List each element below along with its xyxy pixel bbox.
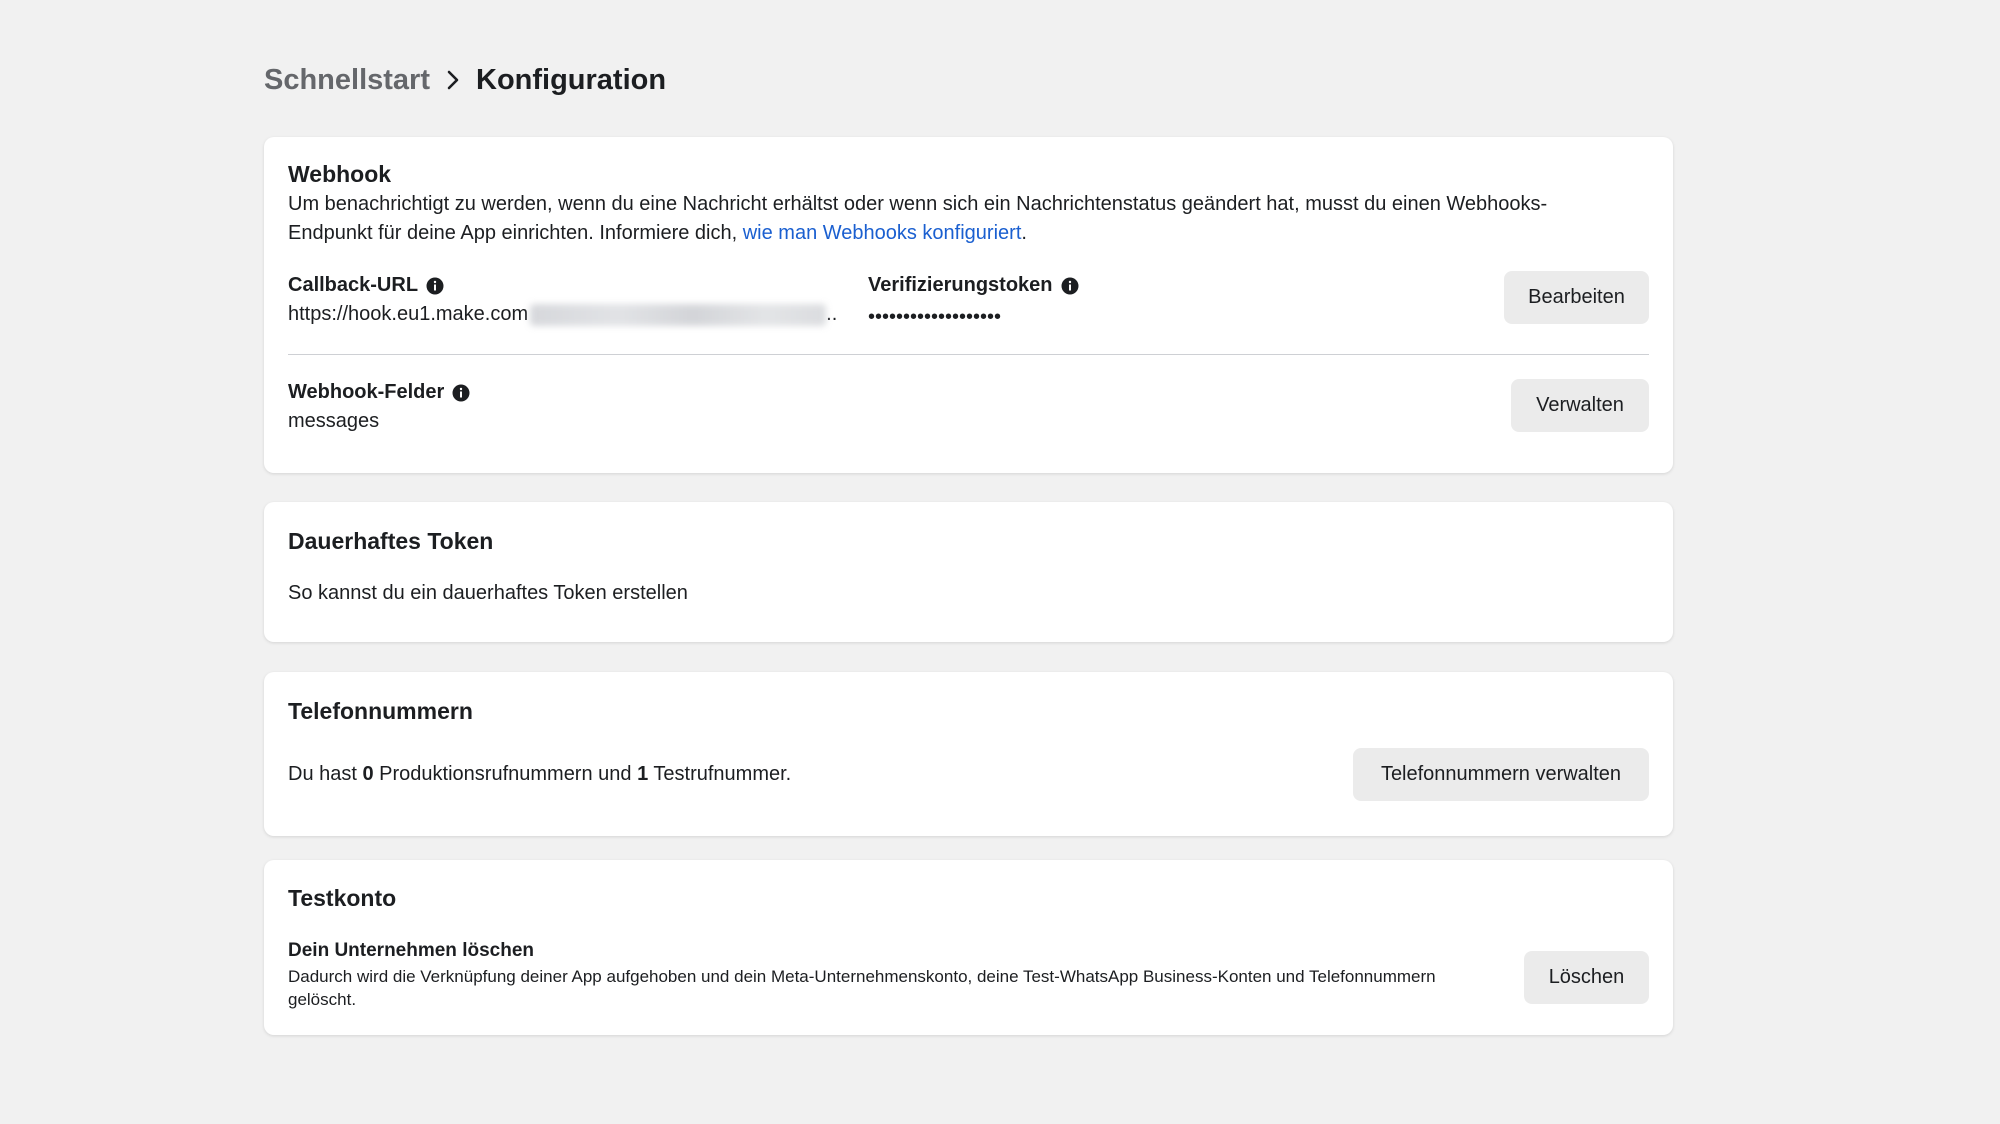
- test-account-title: Testkonto: [288, 885, 397, 911]
- webhook-fields-label-text: Webhook-Felder: [288, 381, 445, 403]
- test-count: 1: [637, 763, 649, 785]
- callback-url-value: https://hook.eu1.make.com ..: [288, 303, 837, 326]
- info-icon[interactable]: [426, 277, 444, 295]
- info-icon[interactable]: [452, 384, 470, 402]
- phone-numbers-title: Telefonnummern: [288, 698, 473, 724]
- delete-business-description: Dadurch wird die Verknüpfung deiner App …: [288, 967, 1436, 1009]
- webhook-card: Webhook Um benachrichtigt zu werden, wen…: [264, 137, 1673, 473]
- callback-url-text: https://hook.eu1.make.com: [288, 303, 529, 325]
- callback-url-ellipsis: ..: [826, 303, 838, 325]
- webhook-docs-link[interactable]: wie man Webhooks konfiguriert: [743, 222, 1022, 244]
- delete-business-heading: Dein Unternehmen löschen: [288, 940, 534, 961]
- webhook-description-end: .: [1021, 222, 1027, 244]
- callback-url-redacted: [530, 303, 827, 326]
- webhook-title: Webhook: [288, 161, 392, 187]
- divider: [288, 354, 1649, 355]
- delete-button[interactable]: Löschen: [1524, 951, 1649, 1004]
- phone-summary-text-3: Testrufnummer.: [648, 763, 792, 785]
- manage-phone-numbers-button[interactable]: Telefonnummern verwalten: [1353, 748, 1649, 801]
- verify-token-label: Verifizierungstoken: [868, 274, 1079, 297]
- chevron-right-icon: [430, 60, 476, 100]
- verify-token-value: •••••••••••••••••••: [868, 306, 1002, 328]
- phone-summary-text-2: Produktionsrufnummern und: [373, 763, 638, 785]
- webhook-description: Um benachrichtigt zu werden, wenn du ein…: [288, 190, 1628, 248]
- create-permanent-token-link[interactable]: So kannst du ein dauerhaftes Token erste…: [288, 582, 688, 605]
- breadcrumb-schnellstart[interactable]: Schnellstart: [264, 64, 430, 97]
- production-count: 0: [362, 763, 374, 785]
- permanent-token-card: Dauerhaftes Token So kannst du ein dauer…: [264, 502, 1673, 642]
- phone-numbers-card: Telefonnummern Du hast 0 Produktionsrufn…: [264, 672, 1673, 836]
- permanent-token-title: Dauerhaftes Token: [288, 528, 494, 554]
- manage-webhook-fields-button[interactable]: Verwalten: [1511, 379, 1649, 432]
- webhook-fields-label: Webhook-Felder: [288, 381, 470, 404]
- page-title: Konfiguration: [476, 63, 667, 96]
- webhook-fields-value: messages: [288, 410, 380, 432]
- edit-button[interactable]: Bearbeiten: [1504, 271, 1649, 324]
- breadcrumb: Schnellstart Konfiguration: [264, 60, 666, 100]
- callback-url-label: Callback-URL: [288, 274, 444, 297]
- verify-token-label-text: Verifizierungstoken: [868, 274, 1053, 296]
- phone-numbers-summary: Du hast 0 Produktionsrufnummern und 1 Te…: [288, 763, 791, 786]
- test-account-card: Testkonto Dein Unternehmen löschen Dadur…: [264, 860, 1673, 1035]
- phone-summary-text-1: Du hast: [288, 763, 363, 785]
- callback-url-label-text: Callback-URL: [288, 274, 419, 296]
- info-icon[interactable]: [1061, 277, 1079, 295]
